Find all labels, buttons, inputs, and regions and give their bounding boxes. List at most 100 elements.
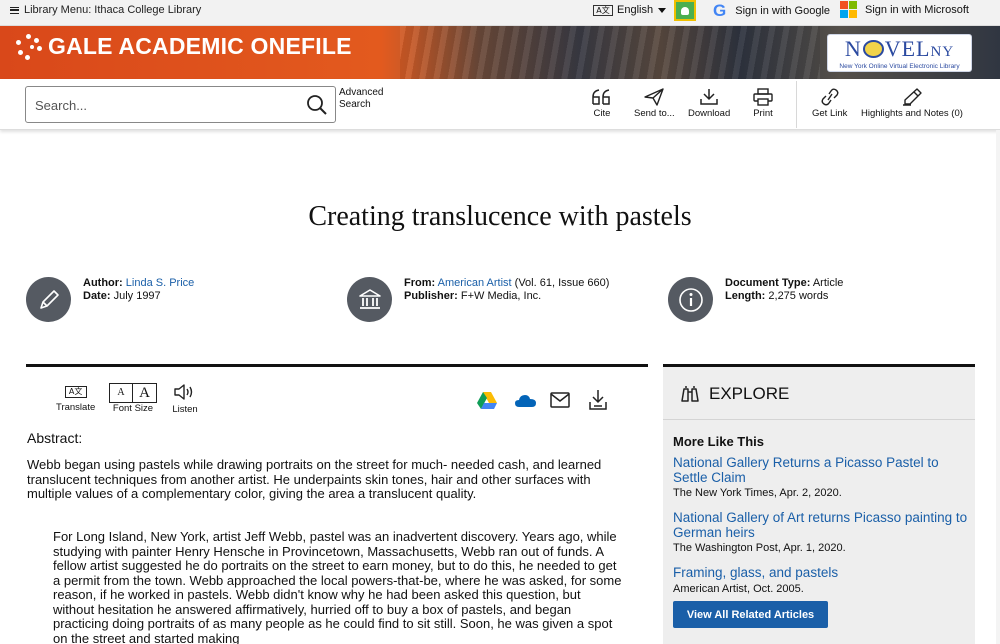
related-article: Framing, glass, and pastels American Art… — [673, 565, 969, 595]
author-label: Author: — [83, 277, 123, 289]
page-scrollbar[interactable] — [996, 130, 1000, 644]
send-to-label: Send to... — [634, 108, 675, 119]
date-value: July 1997 — [113, 289, 161, 302]
download-document-icon[interactable] — [588, 389, 608, 416]
abstract-text: Webb began using pastels while drawing p… — [27, 457, 602, 501]
author-link[interactable]: Linda S. Price — [126, 277, 194, 289]
translate-label: Translate — [56, 402, 96, 413]
library-menu-label: Library Menu: Ithaca College Library — [24, 4, 202, 16]
issue-info: (Vol. 61, Issue 660) — [514, 277, 610, 289]
doctype-label: Document Type: — [725, 277, 811, 289]
meta-source: From: American Artist (Vol. 61, Issue 66… — [347, 277, 609, 322]
related-article-link[interactable]: National Gallery Returns a Picasso Paste… — [673, 455, 969, 485]
email-icon[interactable] — [550, 392, 570, 413]
sign-in-google-label: Sign in with Google — [735, 5, 831, 17]
related-article-link[interactable]: National Gallery of Art returns Picasso … — [673, 510, 969, 540]
view-all-related-button[interactable]: View All Related Articles — [673, 601, 828, 628]
novelny-wordmark: N VELNY — [844, 36, 955, 61]
download-icon — [700, 89, 718, 105]
article-title: Creating translucence with pastels — [308, 201, 692, 232]
onedrive-icon[interactable] — [514, 393, 538, 414]
translate-icon: A文 — [64, 386, 87, 398]
novelny-logo[interactable]: N VELNY New York Online Virtual Electroni… — [827, 34, 972, 72]
print-button[interactable]: Print — [752, 88, 774, 119]
related-article-source: The Washington Post, Apr. 1, 2020. — [673, 542, 846, 554]
font-size-icon: AA — [109, 383, 157, 403]
explore-divider — [663, 419, 975, 420]
related-article: National Gallery of Art returns Picasso … — [673, 510, 969, 554]
explore-heading: EXPLORE — [680, 384, 789, 404]
publisher-label: Publisher: — [404, 289, 458, 302]
pen-icon — [26, 277, 71, 322]
toolbar-divider — [796, 81, 797, 128]
related-article-source: The New York Times, Apr. 2, 2020. — [673, 487, 842, 499]
search-box — [25, 86, 336, 123]
search-toolbar: Advanced Search Cite Send to... Download… — [0, 79, 1000, 130]
more-like-this-heading: More Like This — [673, 434, 765, 449]
source-link[interactable]: American Artist — [438, 277, 512, 289]
translate-icon: A文 — [593, 4, 613, 16]
advanced-search-link[interactable]: Advanced Search — [339, 87, 383, 110]
quote-icon — [592, 89, 610, 105]
doctype-value: Article — [812, 277, 844, 289]
library-menu[interactable]: Library Menu: Ithaca College Library — [10, 4, 201, 16]
highlights-notes-label: Highlights and Notes (0) — [861, 108, 963, 119]
send-icon — [644, 88, 665, 106]
user-account-icon[interactable] — [674, 0, 696, 21]
sign-in-microsoft[interactable]: Sign in with Microsoft — [840, 1, 969, 18]
related-article: National Gallery Returns a Picasso Paste… — [673, 455, 969, 499]
link-icon — [821, 88, 839, 106]
google-logo-icon: G — [713, 1, 727, 20]
date-label: Date: — [83, 289, 111, 302]
sign-in-google[interactable]: G Sign in with Google — [713, 2, 830, 20]
printer-icon — [753, 88, 773, 106]
highlights-notes-button[interactable]: Highlights and Notes (0) — [861, 88, 963, 119]
related-article-source: American Artist, Oct. 2005. — [673, 582, 804, 595]
hamburger-icon — [10, 6, 19, 14]
meta-doctype: Document Type: Article Length: 2,275 wor… — [668, 277, 843, 322]
listen-label: Listen — [172, 404, 198, 415]
abstract-heading: Abstract: — [27, 430, 83, 446]
cite-button[interactable]: Cite — [591, 88, 613, 119]
send-to-button[interactable]: Send to... — [634, 88, 675, 119]
advanced-search-label-1: Advanced — [339, 87, 384, 98]
listen-button[interactable]: Listen — [172, 383, 198, 415]
translate-button[interactable]: A文 Translate — [56, 383, 95, 413]
advanced-search-label-2: Search — [339, 98, 371, 110]
caret-down-icon — [658, 7, 667, 13]
info-icon — [668, 277, 713, 322]
speaker-icon — [174, 384, 193, 400]
brand-title: GALE ACADEMIC ONEFILE — [48, 33, 352, 59]
language-selector[interactable]: A文 English — [593, 4, 667, 16]
explore-title: EXPLORE — [709, 384, 790, 403]
download-label: Download — [688, 108, 731, 119]
gale-logo[interactable]: GALE ACADEMIC ONEFILE — [16, 33, 352, 60]
cite-label: Cite — [593, 108, 611, 119]
search-icon[interactable] — [306, 94, 328, 116]
google-drive-icon[interactable] — [476, 391, 498, 415]
gale-mark-icon — [16, 33, 42, 60]
article-divider — [26, 364, 648, 367]
related-article-link[interactable]: Framing, glass, and pastels — [673, 565, 969, 581]
header-banner: GALE ACADEMIC ONEFILE N VELNY New York On… — [0, 26, 1000, 79]
microsoft-logo-icon — [840, 1, 857, 18]
length-label: Length: — [725, 289, 766, 302]
novelny-subtitle: New York Online Virtual Electronic Libra… — [839, 63, 960, 70]
publisher-value: F+W Media, Inc. — [460, 289, 542, 302]
search-input[interactable] — [35, 95, 295, 115]
get-link-label: Get Link — [812, 108, 848, 119]
utility-bar: Library Menu: Ithaca College Library A文 … — [0, 0, 1000, 26]
explore-panel: EXPLORE More Like This National Gallery … — [663, 364, 975, 644]
print-label: Print — [753, 108, 773, 119]
length-value: 2,275 words — [768, 289, 829, 302]
library-icon — [347, 277, 392, 322]
highlighter-icon — [902, 88, 922, 106]
meta-author: Author: Linda S. Price Date: July 1997 — [26, 277, 194, 322]
font-size-button[interactable]: AA Font Size — [109, 383, 157, 414]
language-label: English — [617, 4, 654, 16]
get-link-button[interactable]: Get Link — [812, 88, 847, 119]
sign-in-microsoft-label: Sign in with Microsoft — [865, 3, 969, 16]
from-label: From: — [404, 277, 436, 289]
download-button[interactable]: Download — [688, 88, 730, 119]
font-size-label: Font Size — [112, 403, 154, 414]
